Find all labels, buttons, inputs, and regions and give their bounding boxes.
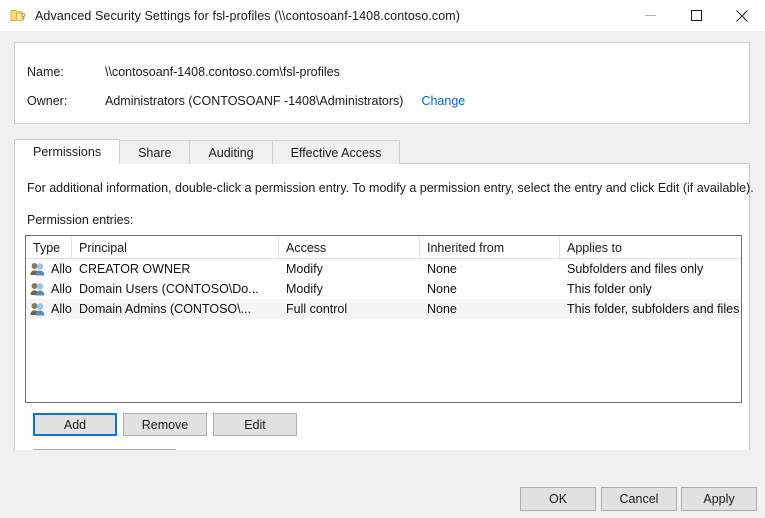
column-header-principal[interactable]: Principal <box>72 236 279 259</box>
cell-inherited-from: None <box>420 259 560 279</box>
cell-principal: CREATOR OWNER <box>72 259 279 279</box>
tab-auditing-label: Auditing <box>204 146 257 160</box>
secure-folder-icon <box>10 8 26 24</box>
owner-row: Owner: Administrators (CONTOSOANF -1408\… <box>15 94 749 108</box>
list-header-row: Type Principal Access Inherited from App… <box>26 236 741 259</box>
minimize-icon[interactable] <box>627 0 673 31</box>
cell-inherited-from: None <box>420 279 560 299</box>
remove-button[interactable]: Remove <box>123 413 207 436</box>
tab-effective-access-label: Effective Access <box>287 146 386 160</box>
name-label: Name: <box>27 65 105 79</box>
cell-access: Full control <box>279 299 420 319</box>
cell-applies-to: Subfolders and files only <box>560 259 741 279</box>
column-header-inherited[interactable]: Inherited from <box>420 236 560 259</box>
owner-value: Administrators (CONTOSOANF -1408\Adminis… <box>105 94 403 108</box>
tab-permissions-label: Permissions <box>29 145 105 159</box>
dialog-footer: OK Cancel Apply <box>0 450 765 518</box>
cancel-button[interactable]: Cancel <box>601 487 677 511</box>
window-title: Advanced Security Settings for fsl-profi… <box>35 9 460 23</box>
tab-strip: Permissions Share Auditing Effective Acc… <box>14 139 399 164</box>
table-row[interactable]: Allow Domain Users (CONTOSO\Do... Modify… <box>26 279 741 299</box>
instruction-text: For additional information, double-click… <box>27 181 754 195</box>
change-owner-link[interactable]: Change <box>421 94 465 108</box>
cell-inherited-from: None <box>420 299 560 319</box>
tab-effective-access[interactable]: Effective Access <box>272 140 401 164</box>
title-bar: Advanced Security Settings for fsl-profi… <box>0 0 765 31</box>
permission-entries-list[interactable]: Type Principal Access Inherited from App… <box>25 235 742 403</box>
owner-label: Owner: <box>27 94 105 108</box>
cell-type: Allow <box>26 279 72 299</box>
tab-permissions[interactable]: Permissions <box>14 139 120 164</box>
permission-entries-label: Permission entries: <box>27 213 133 227</box>
list-rows: Allow CREATOR OWNER Modify None Subfolde… <box>26 259 741 319</box>
cell-principal: Domain Admins (CONTOSO\... <box>72 299 279 319</box>
cell-principal: Domain Users (CONTOSO\Do... <box>72 279 279 299</box>
name-row: Name: \\contosoanf-1408.contoso.com\fsl-… <box>15 65 749 79</box>
cell-access: Modify <box>279 279 420 299</box>
cell-type: Allow <box>26 259 72 279</box>
object-info-panel: Name: \\contosoanf-1408.contoso.com\fsl-… <box>14 42 750 124</box>
cell-access: Modify <box>279 259 420 279</box>
edit-button[interactable]: Edit <box>213 413 297 436</box>
name-value: \\contosoanf-1408.contoso.com\fsl-profil… <box>105 65 340 79</box>
column-header-access[interactable]: Access <box>279 236 420 259</box>
column-header-applies-to[interactable]: Applies to <box>560 236 741 259</box>
cell-type: Allow <box>26 299 72 319</box>
tab-auditing[interactable]: Auditing <box>189 140 272 164</box>
cell-applies-to: This folder, subfolders and files <box>560 299 741 319</box>
maximize-icon[interactable] <box>673 0 719 31</box>
close-icon[interactable] <box>719 0 765 31</box>
column-header-type[interactable]: Type <box>26 236 72 259</box>
apply-button[interactable]: Apply <box>681 487 757 511</box>
window-controls <box>627 0 765 31</box>
table-row[interactable]: Allow CREATOR OWNER Modify None Subfolde… <box>26 259 741 279</box>
permissions-tab-panel: For additional information, double-click… <box>14 163 750 480</box>
cell-applies-to: This folder only <box>560 279 741 299</box>
table-row[interactable]: Allow Domain Admins (CONTOSO\... Full co… <box>26 299 741 319</box>
add-button[interactable]: Add <box>33 413 117 436</box>
tab-share[interactable]: Share <box>119 140 190 164</box>
tab-share-label: Share <box>134 146 175 160</box>
dialog-body: Name: \\contosoanf-1408.contoso.com\fsl-… <box>0 31 765 518</box>
ok-button[interactable]: OK <box>520 487 596 511</box>
